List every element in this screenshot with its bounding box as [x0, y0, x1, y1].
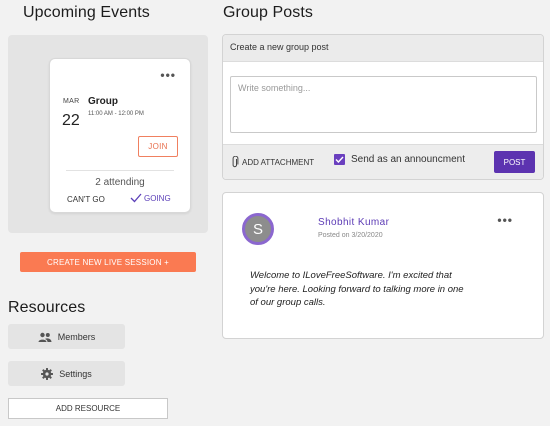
going-button[interactable]: GOING: [130, 193, 171, 203]
post-body: Welcome to ILoveFreeSoftware. I'm excite…: [250, 270, 464, 308]
composer-footer: ADD ATTACHMENT Send as an announcment PO…: [223, 144, 543, 179]
people-icon: [38, 332, 52, 342]
post-date: Posted on 3/20/2020: [318, 232, 383, 239]
post-composer: Create a new group post Write something.…: [222, 34, 544, 180]
resources-heading: Resources: [8, 299, 86, 316]
paperclip-icon: [232, 156, 239, 168]
announcement-toggle: Send as an announcment: [334, 154, 465, 165]
event-month: MAR: [63, 98, 80, 105]
checkmark-icon: [130, 193, 142, 203]
check-icon: [335, 156, 344, 163]
feed-post: S Shobhit Kumar Posted on 3/20/2020 ••• …: [222, 192, 544, 339]
event-time: 11:00 AM - 12:00 PM: [88, 111, 144, 117]
add-resource-button[interactable]: ADD RESOURCE: [8, 398, 168, 419]
post-button[interactable]: POST: [494, 151, 535, 173]
event-card[interactable]: ••• MAR 22 Group 11:00 AM - 12:00 PM JOI…: [49, 58, 191, 213]
composer-header: Create a new group post: [223, 35, 543, 62]
announcement-checkbox[interactable]: [334, 154, 345, 165]
members-button[interactable]: Members: [8, 324, 125, 349]
event-divider: [66, 170, 174, 171]
create-live-session-button[interactable]: CREATE NEW LIVE SESSION +: [20, 252, 196, 272]
add-attachment-button[interactable]: ADD ATTACHMENT: [231, 156, 314, 168]
settings-button[interactable]: Settings: [8, 361, 125, 386]
settings-label: Settings: [59, 368, 92, 379]
members-label: Members: [57, 331, 96, 342]
post-text-input[interactable]: Write something...: [230, 76, 537, 133]
avatar: S: [242, 213, 274, 245]
join-button[interactable]: JOIN: [138, 136, 178, 157]
upcoming-events-heading: Upcoming Events: [23, 4, 150, 21]
cant-go-button[interactable]: CAN'T GO: [67, 195, 105, 204]
post-more-icon[interactable]: •••: [497, 213, 513, 227]
gear-icon: [41, 367, 54, 380]
going-label: GOING: [144, 193, 171, 203]
event-more-icon[interactable]: •••: [160, 68, 176, 82]
event-day: 22: [62, 112, 80, 129]
attending-count: 2 attending: [95, 177, 145, 188]
group-posts-heading: Group Posts: [223, 4, 314, 21]
event-title: Group: [88, 96, 118, 107]
add-attachment-label: ADD ATTACHMENT: [242, 157, 315, 167]
announcement-label: Send as an announcment: [351, 154, 465, 165]
post-author[interactable]: Shobhit Kumar: [318, 217, 389, 228]
